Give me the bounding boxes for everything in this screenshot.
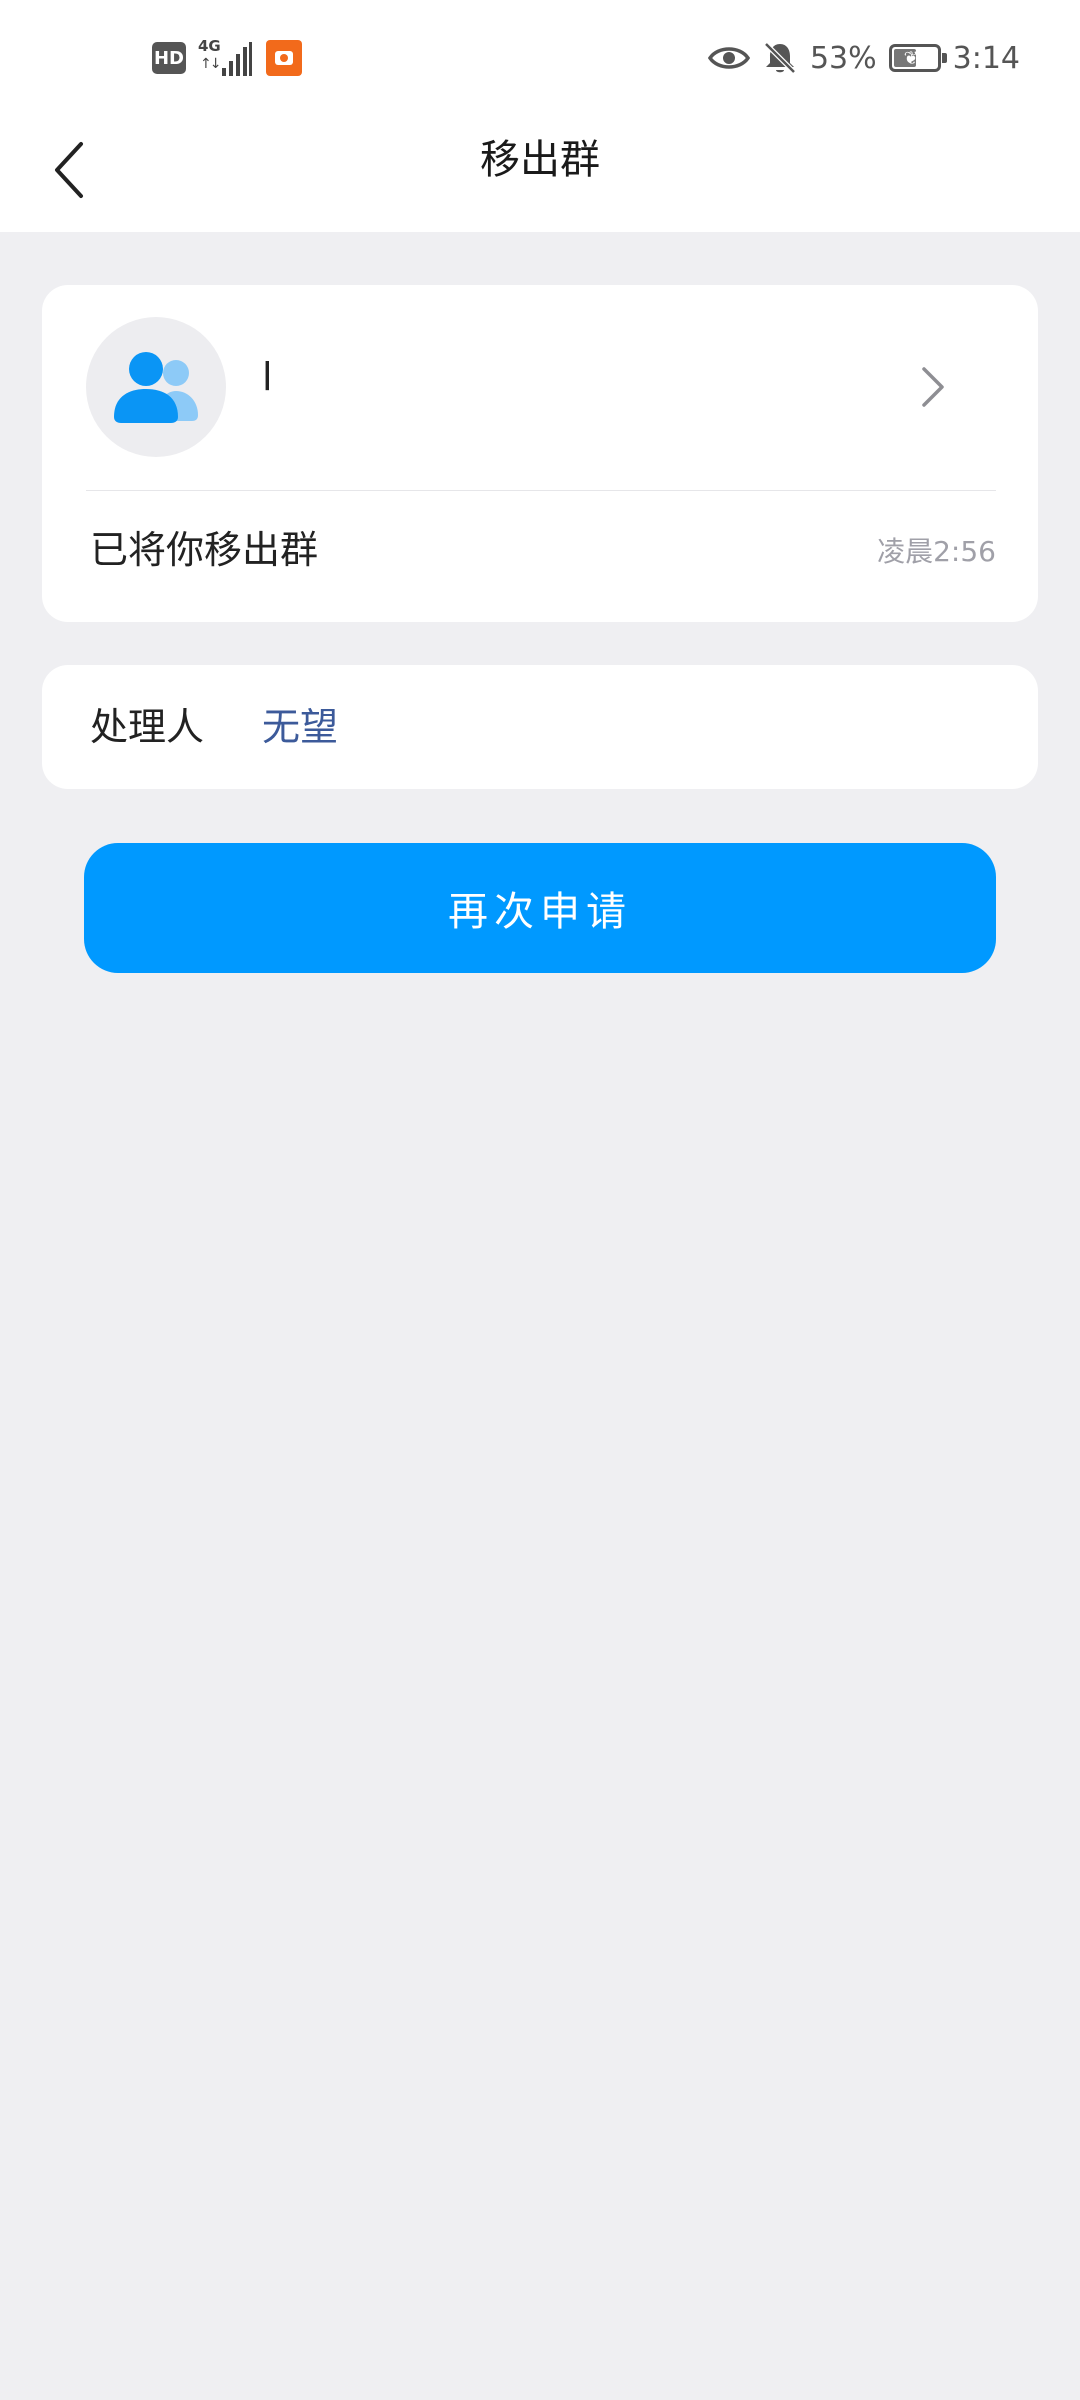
divider (86, 490, 996, 491)
hd-icon: HD (152, 42, 186, 74)
bell-muted-icon (764, 42, 796, 74)
handler-name-link[interactable]: 无望 (262, 702, 338, 752)
group-header-row[interactable]: l (42, 285, 1038, 491)
data-arrows-icon: ↑↓ (200, 56, 222, 72)
status-bar: HD 4G ↑↓ 53% ❦ 3:14 (0, 0, 1080, 110)
status-right: 53% ❦ 3:14 (707, 36, 1020, 80)
eye-icon (707, 47, 750, 69)
group-name: l (262, 355, 273, 399)
handler-card: 处理人 无望 (42, 665, 1038, 789)
signal-bars-icon (222, 42, 252, 76)
group-people-icon (114, 352, 198, 423)
leaf-icon: ❦ (903, 48, 919, 69)
battery-cap (941, 53, 947, 63)
battery-icon: ❦ (888, 44, 947, 72)
group-info-card: l 已将你移出群 凌晨2:56 (42, 285, 1038, 622)
removal-message: 已将你移出群 (90, 528, 319, 572)
reapply-button[interactable]: 再次申请 (84, 843, 996, 973)
group-avatar (86, 317, 226, 457)
status-left: HD 4G ↑↓ (152, 38, 302, 78)
battery-percent: 53% (809, 40, 877, 76)
hd-label: HD (153, 47, 184, 69)
removal-time: 凌晨2:56 (877, 535, 996, 568)
chevron-right-icon (922, 367, 944, 407)
title-bar: 移出群 (0, 110, 1080, 232)
handler-label: 处理人 (90, 705, 205, 749)
status-time: 3:14 (952, 40, 1020, 76)
page-title: 移出群 (480, 137, 600, 183)
app-notification-icon (266, 40, 302, 76)
signal-icon: 4G ↑↓ (198, 38, 254, 78)
network-label: 4G (198, 37, 221, 55)
